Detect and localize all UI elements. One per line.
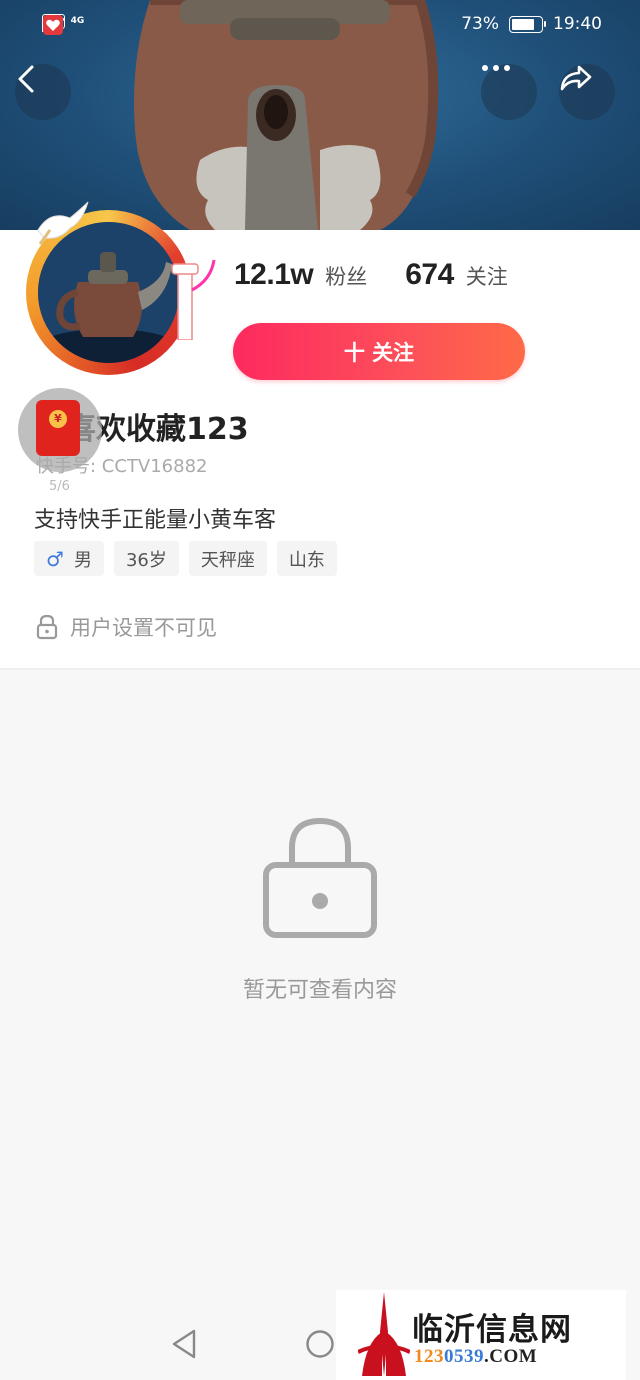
red-envelope-icon: [36, 400, 80, 456]
triangle-back-icon[interactable]: [170, 1328, 198, 1360]
watermark-url: 1230539.COM: [414, 1346, 537, 1368]
more-dots-icon: [482, 65, 510, 71]
avatar[interactable]: [26, 200, 216, 380]
fans-count[interactable]: 12.1w: [234, 258, 314, 292]
dove-decoration-icon: [37, 201, 89, 245]
privacy-notice: 用户设置不可见: [36, 612, 217, 642]
user-id[interactable]: 快手号: CCTV16882: [36, 452, 208, 478]
watermark-url-part-1: 123: [414, 1346, 444, 1367]
watermark-logo: [358, 1292, 410, 1376]
tag-age: 36岁: [113, 541, 179, 576]
share-button[interactable]: [559, 64, 615, 120]
empty-state-text: 暂无可查看内容: [242, 978, 397, 1003]
privacy-text: 用户设置不可见: [70, 616, 217, 640]
network-type: 4G: [70, 16, 85, 26]
tag-gender: ♂ 男: [34, 541, 104, 576]
content-area: 暂无可查看内容: [0, 668, 640, 1308]
back-button[interactable]: [15, 64, 71, 120]
share-arrow-icon: [560, 65, 592, 91]
battery-icon: [509, 15, 546, 33]
profile-tags: ♂ 男 36岁 天秤座 山东: [34, 541, 337, 576]
following-count[interactable]: 674: [405, 258, 454, 292]
battery-percent: 73%: [461, 14, 499, 34]
male-icon: ♂: [46, 546, 64, 571]
monument-decoration-icon: [171, 259, 216, 340]
fans-label[interactable]: 粉丝: [325, 261, 367, 291]
circle-home-icon[interactable]: [305, 1329, 335, 1359]
follow-button[interactable]: 十 关注: [233, 323, 525, 380]
gender-label: 男: [73, 549, 92, 571]
watermark-url-part-3: .COM: [484, 1346, 538, 1367]
chevron-left-icon: [18, 65, 34, 93]
more-button[interactable]: [481, 64, 537, 120]
following-label[interactable]: 关注: [466, 261, 508, 291]
coin-icon: ¥: [49, 410, 67, 428]
status-bar: HD 4G: [0, 0, 640, 52]
stats-row: 12.1w 粉丝 674 关注: [234, 258, 508, 292]
watermark-url-part-2: 0539: [444, 1346, 484, 1367]
profile-screen: HD 4G: [0, 0, 640, 1380]
app-notification-icon: [43, 15, 63, 35]
cover-image: HD 4G: [0, 0, 640, 230]
user-bio: 支持快手正能量小黄车客: [34, 508, 277, 533]
red-packet-count: 5/6: [49, 479, 70, 494]
lock-icon: [36, 614, 58, 640]
tag-region: 山东: [276, 541, 337, 576]
site-watermark: 临沂信息网 1230539.COM: [336, 1290, 626, 1380]
watermark-title: 临沂信息网: [412, 1312, 572, 1348]
clock: 19:40: [553, 14, 602, 34]
empty-lock-icon: [263, 817, 377, 938]
tag-zodiac: 天秤座: [188, 541, 267, 576]
